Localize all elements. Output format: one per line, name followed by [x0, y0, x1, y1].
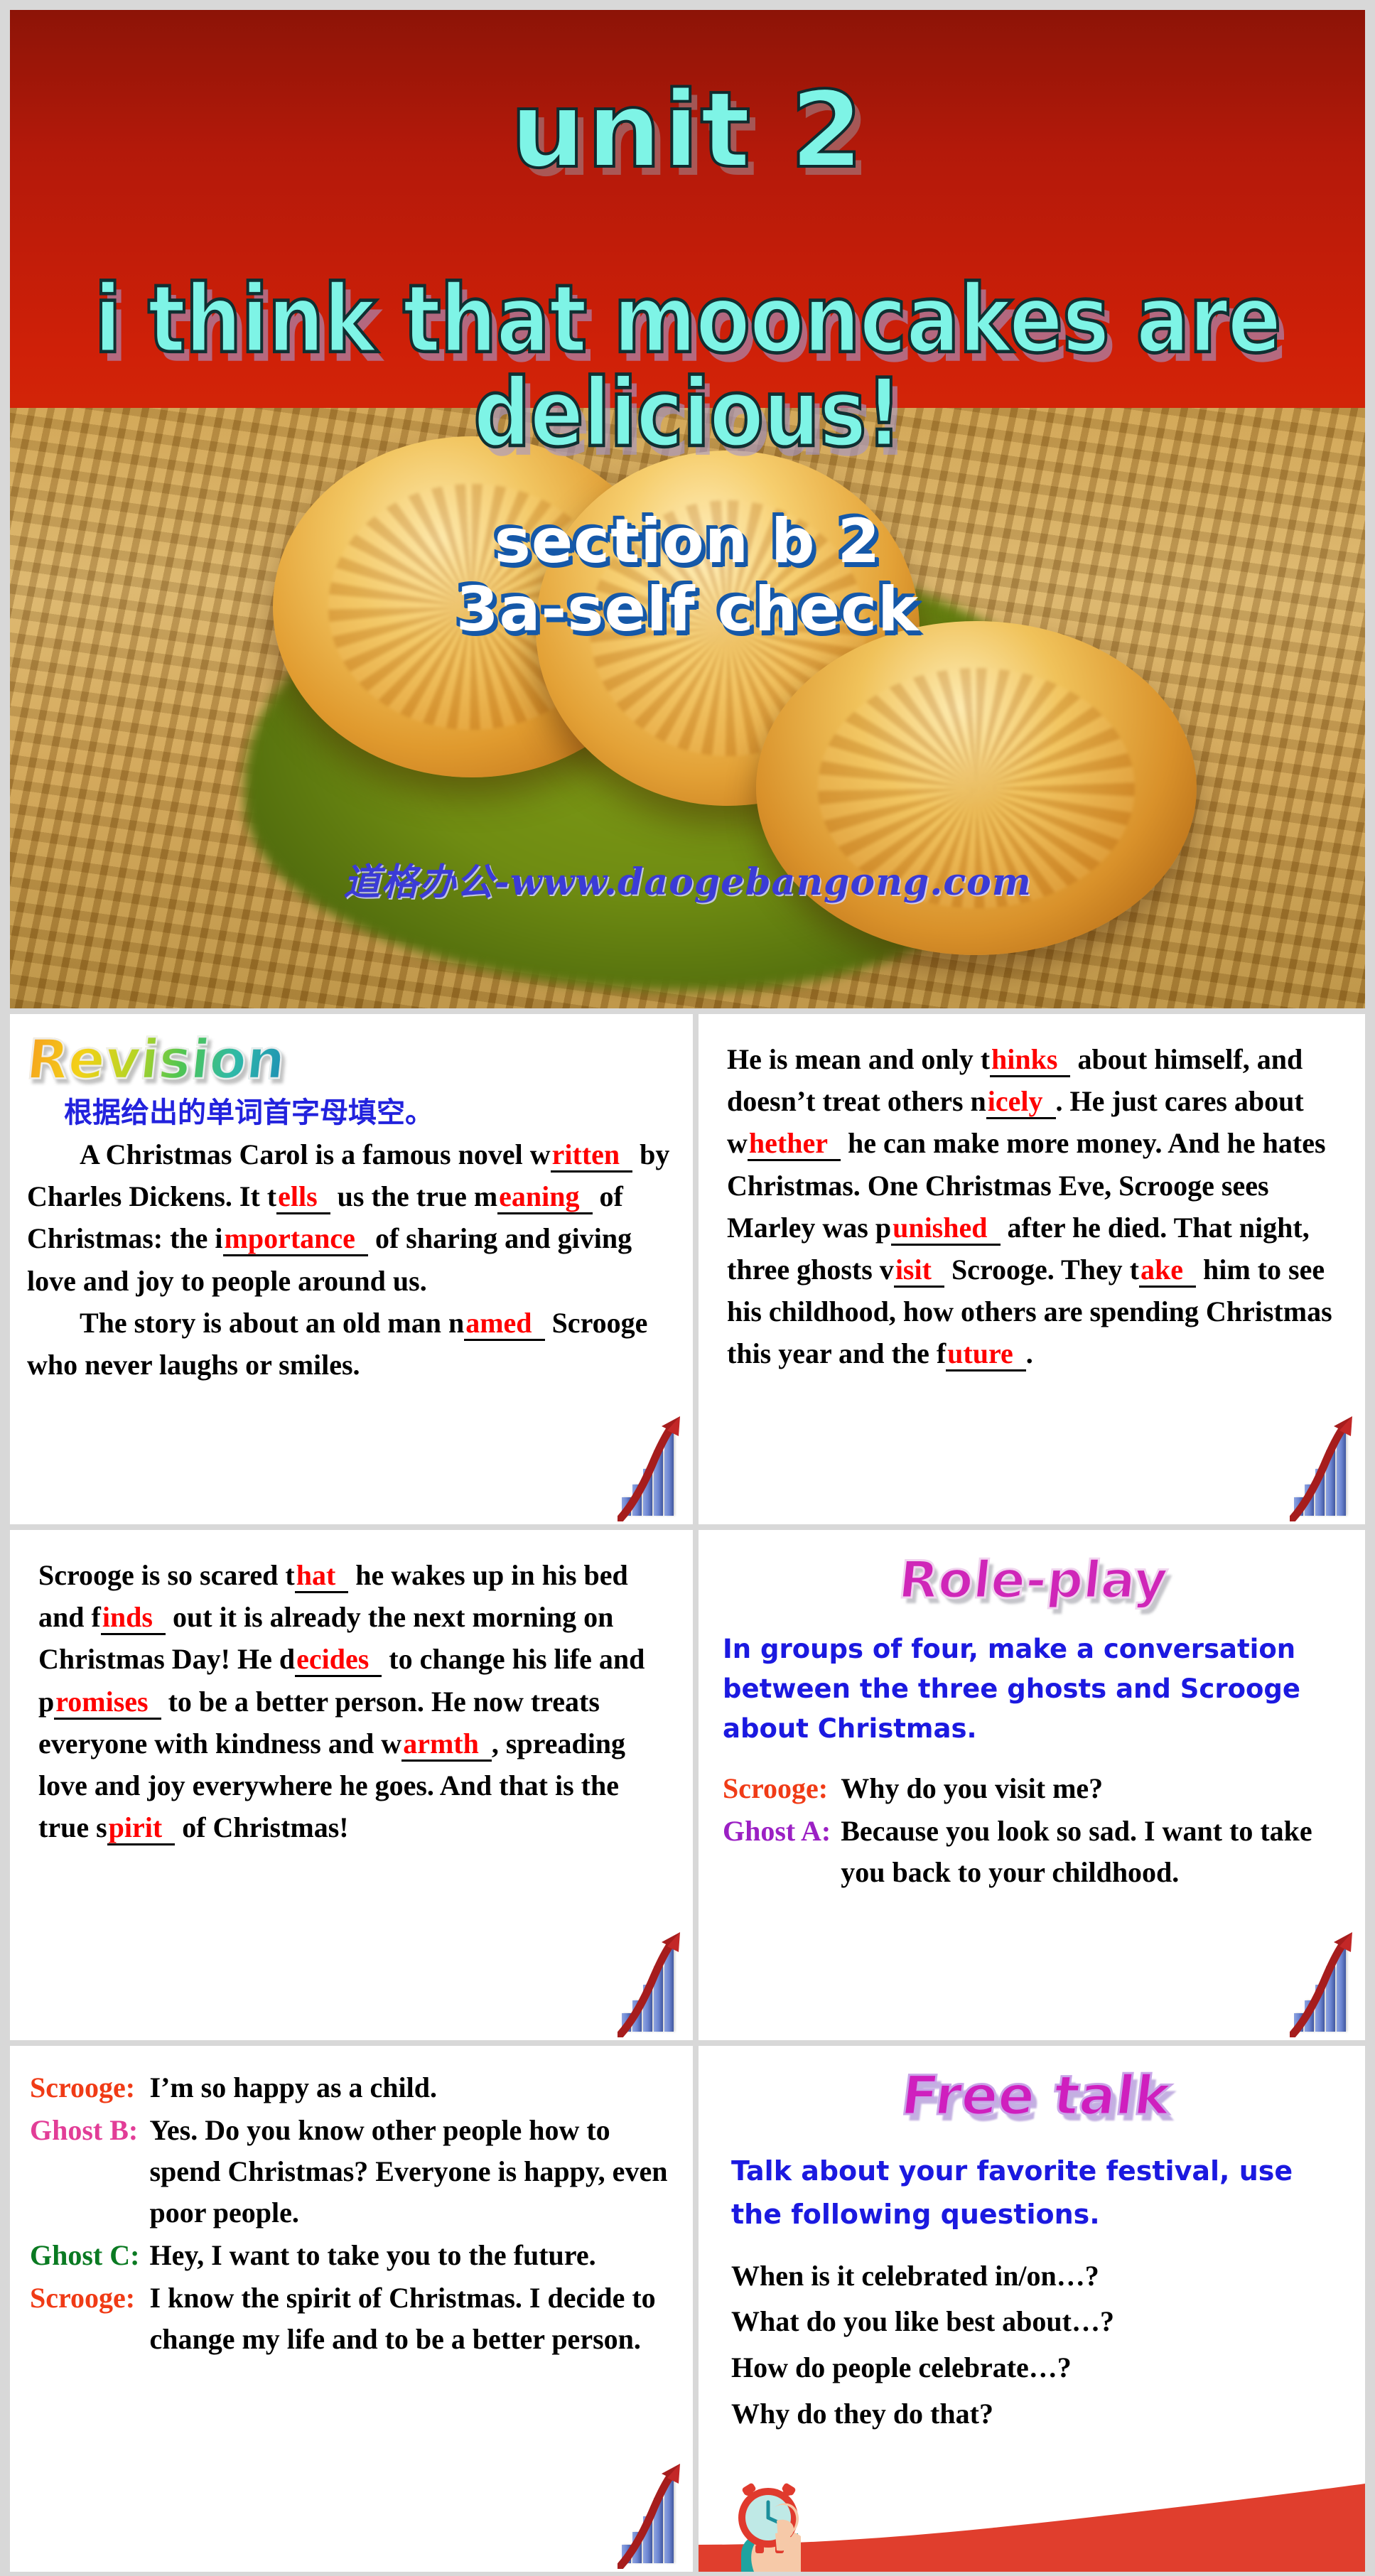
hero-section-label: section b 2 3a-self check — [10, 507, 1365, 645]
dialogue-line: I know the spirit of Christmas. I decide… — [149, 2282, 656, 2355]
panel-passage-3: Scrooge is so scared that he wakes up in… — [10, 1530, 693, 2040]
panel-dialogue-continued: Scrooge: I’m so happy as a child. Ghost … — [10, 2046, 693, 2572]
dialogue-row: Ghost C: Hey, I want to take you to the … — [30, 2235, 672, 2278]
dialogue-speaker: Ghost B: — [30, 2114, 139, 2146]
fill-blank-warmth: armth — [401, 1727, 492, 1762]
dialogue-line: Because you look so sad. I want to take … — [841, 1814, 1312, 1888]
free-talk-title: Free talk — [897, 2063, 1175, 2128]
text-segment: us the true m — [330, 1180, 498, 1213]
text-segment: The story is about an old man n — [80, 1306, 465, 1339]
fill-blank-whether: hether — [747, 1127, 841, 1162]
dialogue-row: Scrooge: Why do you visit me? — [723, 1768, 1344, 1811]
fill-blank-meaning: eaning — [497, 1180, 593, 1215]
title-slide: unit 2 i think that mooncakes are delici… — [10, 10, 1365, 1008]
fill-blank-take: ake — [1139, 1253, 1196, 1288]
dialogue-line: I’m so happy as a child. — [149, 2071, 438, 2103]
dialogue-speaker: Ghost C: — [30, 2239, 140, 2271]
watermark-text: 道格办公-www.daogebangong.com — [343, 861, 1032, 904]
growth-arrow-icon — [618, 2464, 680, 2569]
hand-holding-alarm-clock-icon — [738, 2483, 801, 2572]
fill-blank-punished: unished — [891, 1211, 1001, 1246]
revision-paragraph-2: The story is about an old man named Scro… — [27, 1302, 672, 1386]
text-segment: He is mean and only t — [727, 1043, 991, 1075]
panel-free-talk: Free talk Talk about your favorite festi… — [699, 2046, 1365, 2572]
role-play-instruction: In groups of four, make a conversation b… — [723, 1634, 1300, 1745]
fill-blank-written: ritten — [550, 1138, 633, 1173]
fill-blank-future: uture — [946, 1337, 1026, 1372]
fill-blank-tells: ells — [276, 1180, 330, 1215]
dialogue-line: Hey, I want to take you to the future. — [149, 2239, 596, 2271]
dialogue-speaker: Ghost A: — [723, 1814, 831, 1847]
dialogue-row: Ghost A: Because you look so sad. I want… — [723, 1811, 1344, 1895]
rising-bar-chart-icon — [1290, 1415, 1358, 1521]
rising-bar-chart-icon — [618, 1931, 686, 2037]
revision-instruction-cn: 根据给出的单词首字母填空。 — [64, 1096, 433, 1129]
fill-blank-that: hat — [294, 1559, 349, 1593]
question-item: What do you like best about…? — [731, 2305, 1114, 2338]
fill-blank-finds: inds — [100, 1601, 166, 1636]
hero-section-line-2: 3a-self check — [455, 574, 920, 646]
revision-paragraph-1: A Christmas Carol is a famous novel writ… — [27, 1133, 672, 1302]
dialogue-row: Scrooge: I’m so happy as a child. — [30, 2067, 672, 2110]
passage-3-text: Scrooge is so scared that he wakes up in… — [38, 1554, 669, 1848]
hero-section-line-1: section b 2 — [494, 506, 881, 577]
free-talk-question-list: When is it celebrated in/on…? What do yo… — [731, 2253, 1341, 2437]
question-item: When is it celebrated in/on…? — [731, 2259, 1099, 2292]
fill-blank-importance: mportance — [222, 1222, 368, 1257]
dialogue-line: Why do you visit me? — [841, 1772, 1104, 1804]
fill-blank-nicely: icely — [986, 1085, 1056, 1120]
growth-arrow-icon — [1290, 1932, 1352, 2037]
panel-passage-2: He is mean and only thinks about himself… — [699, 1014, 1365, 1524]
fill-blank-decides: ecides — [295, 1643, 382, 1678]
dialogue-speaker: Scrooge: — [30, 2282, 136, 2314]
revision-title: Revision — [23, 1027, 289, 1092]
dialogue-list: Scrooge: I’m so happy as a child. Ghost … — [30, 2067, 672, 2361]
question-item: Why do they do that? — [731, 2397, 993, 2430]
fill-blank-visit: isit — [893, 1253, 944, 1288]
fill-blank-promises: romises — [54, 1685, 161, 1720]
rising-bar-chart-icon — [1290, 1931, 1358, 2037]
text-segment: Scrooge is so scared t — [38, 1559, 295, 1591]
hero-unit-title: unit 2 — [509, 69, 865, 191]
rising-bar-chart-icon — [618, 2462, 686, 2569]
growth-arrow-icon — [618, 1416, 680, 1521]
text-segment: of Christmas! — [175, 1811, 349, 1844]
text-segment: A Christmas Carol is a famous novel w — [80, 1138, 551, 1170]
fill-blank-thinks: hinks — [990, 1043, 1071, 1077]
dialogue-speaker: Scrooge: — [723, 1772, 829, 1804]
fill-blank-spirit: pirit — [107, 1811, 176, 1846]
growth-arrow-icon — [618, 1932, 680, 2037]
growth-arrow-icon — [1290, 1416, 1352, 1521]
fill-blank-named: amed — [464, 1306, 545, 1341]
dialogue-row: Ghost B: Yes. Do you know other people h… — [30, 2110, 672, 2235]
role-play-title: Role-play — [895, 1549, 1172, 1611]
panel-revision: Revision 根据给出的单词首字母填空。 A Christmas Carol… — [10, 1014, 693, 1524]
free-talk-instruction: Talk about your favorite festival, use t… — [731, 2155, 1293, 2230]
slide-grid: Revision 根据给出的单词首字母填空。 A Christmas Carol… — [10, 1014, 1365, 2572]
dialogue-speaker: Scrooge: — [30, 2071, 136, 2103]
panel-role-play: Role-play In groups of four, make a conv… — [699, 1530, 1365, 2040]
question-item: How do people celebrate…? — [731, 2351, 1072, 2384]
hero-lesson-subtitle: i think that mooncakes are delicious! — [93, 265, 1283, 468]
dialogue-line: Yes. Do you know other people how to spe… — [149, 2114, 668, 2229]
role-play-dialogue: Scrooge: Why do you visit me? Ghost A: B… — [723, 1768, 1344, 1895]
rising-bar-chart-icon — [618, 1415, 686, 1521]
passage-2-text: He is mean and only thinks about himself… — [727, 1038, 1341, 1375]
text-segment: . — [1025, 1337, 1033, 1370]
dialogue-row: Scrooge: I know the spirit of Christmas.… — [30, 2278, 672, 2361]
text-segment: Scrooge. They t — [944, 1253, 1139, 1286]
